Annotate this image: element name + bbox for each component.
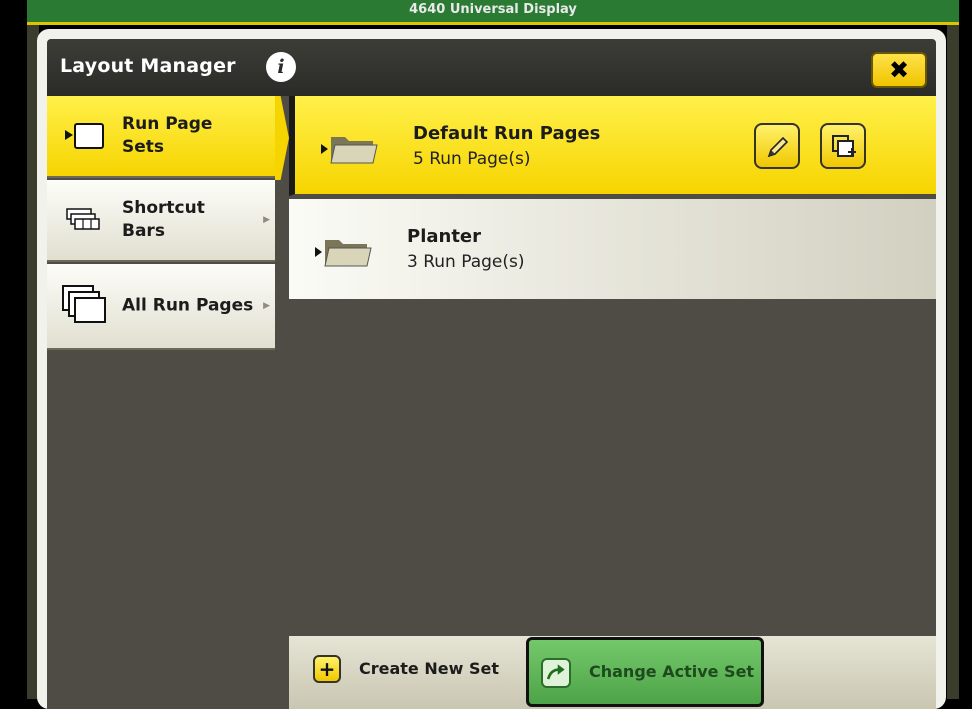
copy-add-icon (832, 135, 856, 157)
close-button[interactable]: ✖ (871, 52, 927, 88)
chevron-right-icon: ▶ (263, 215, 270, 225)
plus-icon: + (313, 655, 341, 683)
curved-arrow-icon (541, 658, 571, 688)
list-item-default-run-pages[interactable]: Default Run Pages 5 Run Page(s) (289, 96, 936, 196)
change-active-set-button[interactable]: Change Active Set (526, 637, 764, 707)
frame-right (947, 25, 959, 699)
change-active-set-label: Change Active Set (589, 662, 755, 681)
copy-set-button[interactable] (820, 123, 866, 169)
set-count: 3 Run Page(s) (407, 252, 525, 272)
list-item-planter[interactable]: Planter 3 Run Page(s) (289, 199, 936, 301)
sidebar-item-shortcut-bars[interactable]: Shortcut Bars ▶ (47, 180, 275, 262)
chevron-right-icon: ▶ (263, 301, 270, 311)
layout-manager-window: Layout Manager i ✖ Run Page Sets Shortcu… (37, 29, 946, 709)
title-bar: Layout Manager i ✖ (47, 39, 936, 96)
edit-button[interactable] (754, 123, 800, 169)
info-icon[interactable]: i (266, 52, 296, 82)
page-title: Layout Manager (60, 55, 236, 77)
folder-icon (315, 240, 372, 267)
device-title-bar: 4640 Universal Display (27, 0, 959, 25)
sidebar-item-label: Shortcut Bars (122, 198, 205, 241)
create-new-set-label: Create New Set (359, 659, 499, 678)
sidebar: Run Page Sets Shortcut Bars ▶ All Run Pa… (47, 96, 275, 709)
sidebar-item-label: Run Page Sets (122, 114, 213, 157)
active-tab-pointer (275, 96, 289, 180)
sidebar-item-label: All Run Pages (122, 295, 254, 316)
pencil-icon (767, 136, 789, 158)
content-area: Run Page Sets Shortcut Bars ▶ All Run Pa… (47, 96, 936, 709)
folder-icon (321, 137, 378, 164)
sidebar-item-all-run-pages[interactable]: All Run Pages ▶ (47, 264, 275, 350)
set-name: Planter (407, 226, 482, 247)
create-new-set-button[interactable]: + Create New Set (313, 652, 499, 686)
set-count: 5 Run Page(s) (413, 149, 531, 169)
stacked-pages-icon (62, 285, 106, 323)
run-page-set-list: Default Run Pages 5 Run Page(s) Planter … (289, 96, 936, 636)
close-icon: ✖ (888, 56, 910, 84)
sidebar-item-run-page-sets[interactable]: Run Page Sets (47, 96, 275, 178)
set-name: Default Run Pages (413, 123, 601, 144)
shortcut-bar-icon (66, 208, 100, 230)
action-bar: + Create New Set Change Active Set (289, 636, 936, 709)
device-title: 4640 Universal Display (409, 2, 577, 17)
run-page-set-icon (65, 123, 104, 149)
